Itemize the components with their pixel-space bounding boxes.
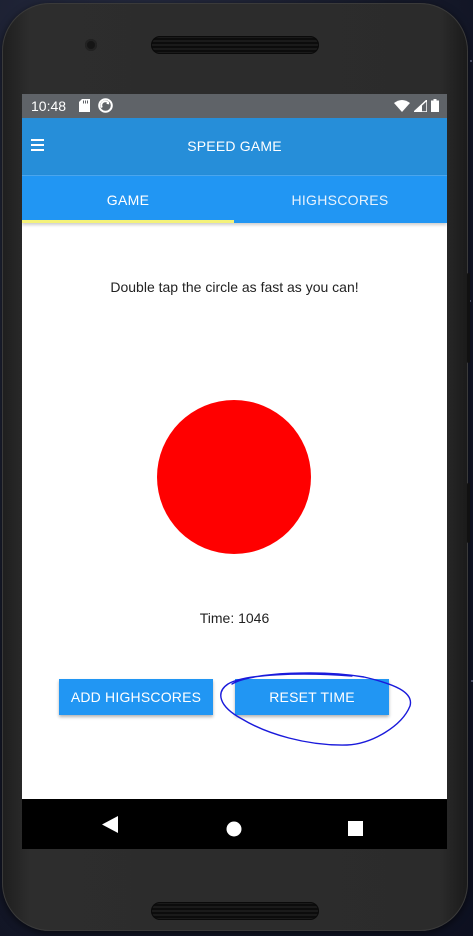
status-time: 10:48: [31, 98, 67, 114]
cell-signal-icon: [414, 99, 427, 112]
back-icon[interactable]: [102, 816, 118, 833]
volume-button: [467, 483, 470, 543]
status-bar: 10:48: [22, 94, 447, 118]
power-button: [467, 273, 470, 363]
system-navigation-bar: [22, 799, 447, 849]
sd-card-icon: [79, 99, 90, 112]
device-screen: 10:48 SPEED GAME GAME HIGHSCORES Double …: [22, 94, 447, 849]
bottom-speaker: [151, 902, 319, 920]
earpiece-speaker: [151, 36, 319, 54]
front-camera: [85, 39, 97, 51]
app-bar: SPEED GAME: [22, 118, 447, 175]
sync-status-icon: [98, 98, 113, 113]
tap-target-circle[interactable]: [157, 400, 311, 554]
recents-icon[interactable]: [348, 821, 363, 836]
wifi-icon: [394, 99, 410, 112]
tab-game[interactable]: GAME: [22, 176, 234, 223]
add-highscores-button[interactable]: ADD HIGHSCORES: [59, 679, 213, 715]
battery-icon: [431, 99, 439, 112]
selected-tab-indicator: [22, 220, 234, 223]
reset-time-button[interactable]: RESET TIME: [235, 679, 389, 715]
background-star: [470, 60, 472, 62]
home-icon[interactable]: [226, 821, 242, 837]
time-display: Time: 1046: [22, 610, 447, 626]
tab-bar: GAME HIGHSCORES: [22, 175, 447, 223]
tab-highscores[interactable]: HIGHSCORES: [234, 176, 446, 223]
time-label: Time: 1046: [199, 610, 270, 626]
game-instruction: Double tap the circle as fast as you can…: [110, 279, 359, 295]
app-title: SPEED GAME: [187, 138, 282, 154]
